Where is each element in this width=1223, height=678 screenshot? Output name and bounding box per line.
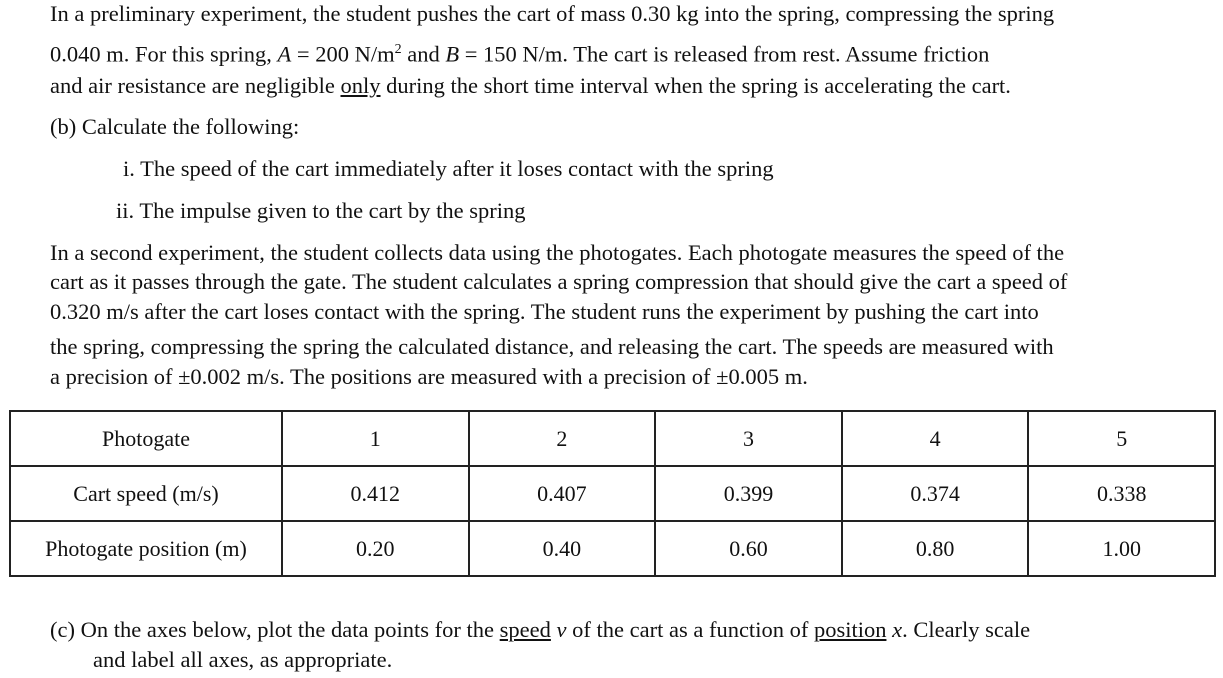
table-cell: 0.40 bbox=[467, 520, 657, 577]
table-cell: 2 bbox=[467, 410, 657, 467]
part-b-label: (b) Calculate the following: bbox=[50, 114, 300, 139]
second-line-2: cart as it passes through the gate. The … bbox=[50, 269, 1068, 294]
intro-line-1: In a preliminary experiment, the student… bbox=[50, 1, 1055, 26]
table-cell: 0.338 bbox=[1027, 465, 1216, 522]
intro-line-3-a: and air resistance are negligible bbox=[50, 73, 341, 98]
table-row: Photogate position (m) 0.20 0.40 0.60 0.… bbox=[9, 520, 1216, 577]
speed-underlined: speed bbox=[499, 617, 551, 642]
intro-line-2-b: = 200 N/m bbox=[291, 41, 395, 67]
part-c-a: (c) On the axes below, plot the data poi… bbox=[50, 617, 500, 642]
table-row: Photogate 1 2 3 4 5 bbox=[9, 410, 1216, 467]
photogate-data-table: Photogate 1 2 3 4 5 Cart speed (m/s) 0.4… bbox=[9, 410, 1216, 577]
table-cell: 3 bbox=[654, 410, 843, 467]
var-B: B bbox=[445, 41, 460, 67]
part-b-item-i: i. The speed of the cart immediately aft… bbox=[123, 156, 774, 181]
intro-line-2-a: 0.040 m. For this spring, bbox=[50, 41, 278, 67]
table-cell: 0.407 bbox=[467, 465, 657, 522]
part-c-b: of the cart as a function of bbox=[566, 617, 814, 642]
var-x: x bbox=[892, 617, 903, 642]
table-cell: 1 bbox=[281, 410, 470, 467]
row-label-speed: Cart speed (m/s) bbox=[9, 465, 283, 522]
intro-line-3: and air resistance are negligible only d… bbox=[50, 69, 1011, 103]
intro-line-2-d: = 150 N/m. The cart is released from res… bbox=[459, 41, 990, 67]
only-underlined: only bbox=[340, 73, 381, 98]
intro-line-2: 0.040 m. For this spring, A = 200 N/m2 a… bbox=[50, 33, 989, 72]
part-c-line-2: and label all axes, as appropriate. bbox=[93, 647, 393, 672]
var-A: A bbox=[277, 41, 292, 67]
table-cell: 0.20 bbox=[281, 520, 470, 577]
table-cell: 0.412 bbox=[281, 465, 470, 522]
table-cell: 0.80 bbox=[840, 520, 1030, 577]
intro-line-2-c: and bbox=[401, 41, 446, 67]
table-cell: 0.399 bbox=[654, 465, 843, 522]
table-cell: 0.60 bbox=[654, 520, 843, 577]
second-line-3: 0.320 m/s after the cart loses contact w… bbox=[50, 299, 1039, 324]
row-label-position: Photogate position (m) bbox=[9, 520, 283, 577]
part-c-c: . Clearly scale bbox=[902, 617, 1031, 642]
exponent: 2 bbox=[394, 42, 402, 57]
part-c-line-1: (c) On the axes below, plot the data poi… bbox=[50, 613, 1030, 647]
table-cell: 1.00 bbox=[1027, 520, 1216, 577]
row-label-photogate: Photogate bbox=[9, 410, 283, 467]
second-line-5: a precision of ±0.002 m/s. The positions… bbox=[50, 364, 808, 389]
position-underlined: position bbox=[813, 617, 887, 642]
second-line-4: the spring, compressing the spring the c… bbox=[50, 334, 1054, 359]
var-v: v bbox=[556, 617, 567, 642]
part-b-item-ii: ii. The impulse given to the cart by the… bbox=[116, 198, 526, 223]
table-row: Cart speed (m/s) 0.412 0.407 0.399 0.374… bbox=[9, 465, 1216, 522]
table-cell: 5 bbox=[1027, 410, 1216, 467]
table-cell: 0.374 bbox=[840, 465, 1030, 522]
intro-line-3-b: during the short time interval when the … bbox=[380, 73, 1011, 98]
table-cell: 4 bbox=[840, 410, 1030, 467]
